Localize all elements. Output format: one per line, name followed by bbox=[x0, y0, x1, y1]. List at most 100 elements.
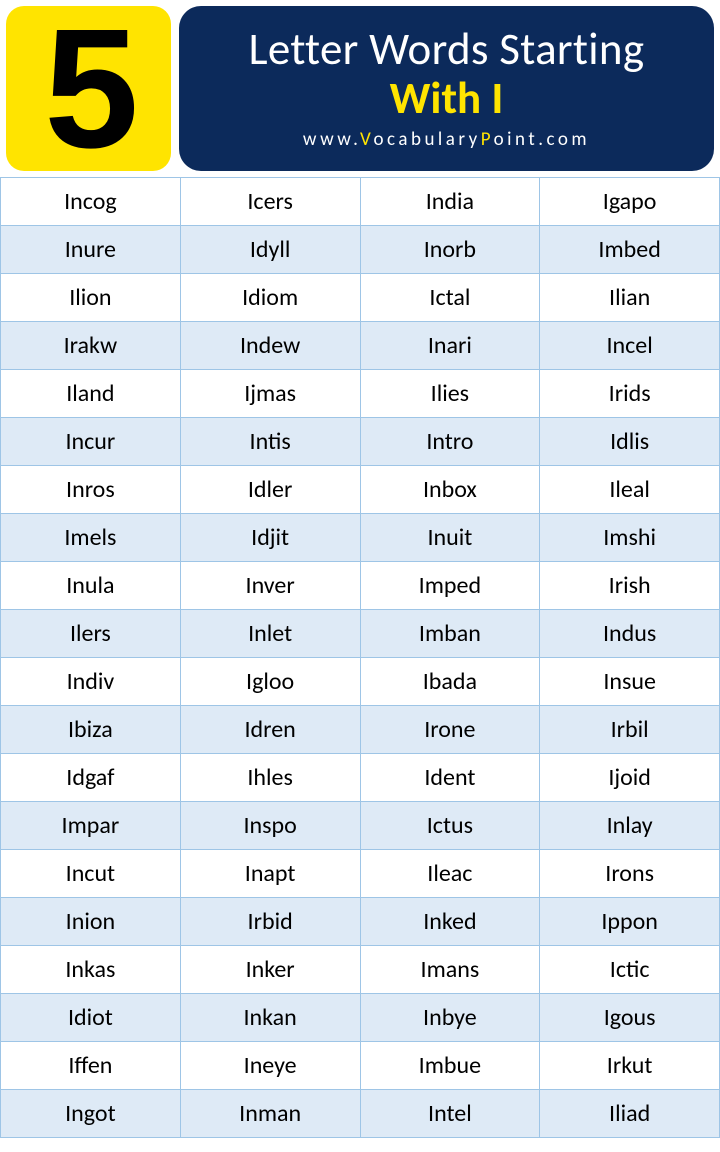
title-line-2: With I bbox=[390, 75, 504, 123]
table-row: IlandIjmasIliesIrids bbox=[1, 370, 720, 418]
subtitle-mid: ocabulary bbox=[373, 128, 480, 151]
table-cell: Inapt bbox=[180, 850, 360, 898]
table-cell: Intis bbox=[180, 418, 360, 466]
table-cell: Iland bbox=[1, 370, 181, 418]
table-cell: Inbye bbox=[360, 994, 540, 1042]
subtitle-end: oint.com bbox=[494, 128, 590, 151]
table-cell: Inari bbox=[360, 322, 540, 370]
table-cell: Idgaf bbox=[1, 754, 181, 802]
table-cell: Irkut bbox=[540, 1042, 720, 1090]
subtitle-p: P bbox=[481, 128, 494, 151]
table-row: IndivIglooIbadaInsue bbox=[1, 658, 720, 706]
table-cell: Indew bbox=[180, 322, 360, 370]
table-cell: Ijoid bbox=[540, 754, 720, 802]
table-row: IbizaIdrenIroneIrbil bbox=[1, 706, 720, 754]
table-cell: Ilian bbox=[540, 274, 720, 322]
table-cell: Ihles bbox=[180, 754, 360, 802]
table-cell: Idren bbox=[180, 706, 360, 754]
table-row: InureIdyllInorbImbed bbox=[1, 226, 720, 274]
table-cell: Idlis bbox=[540, 418, 720, 466]
table-cell: Idjit bbox=[180, 514, 360, 562]
table-cell: Inure bbox=[1, 226, 181, 274]
table-cell: Inlet bbox=[180, 610, 360, 658]
table-row: IdiotInkanInbyeIgous bbox=[1, 994, 720, 1042]
table-cell: Irone bbox=[360, 706, 540, 754]
table-cell: Idyll bbox=[180, 226, 360, 274]
table-cell: Irish bbox=[540, 562, 720, 610]
table-cell: Irbid bbox=[180, 898, 360, 946]
table-cell: Idiot bbox=[1, 994, 181, 1042]
table-cell: Icers bbox=[180, 178, 360, 226]
table-cell: Iffen bbox=[1, 1042, 181, 1090]
table-cell: Inman bbox=[180, 1090, 360, 1138]
table-cell: Ilers bbox=[1, 610, 181, 658]
table-cell: Imels bbox=[1, 514, 181, 562]
table-cell: Indiv bbox=[1, 658, 181, 706]
table-row: IncurIntisIntroIdlis bbox=[1, 418, 720, 466]
table-cell: Ident bbox=[360, 754, 540, 802]
table-row: InulaInverImpedIrish bbox=[1, 562, 720, 610]
table-cell: Inbox bbox=[360, 466, 540, 514]
word-table: IncogIcersIndiaIgapoInureIdyllInorbImbed… bbox=[0, 177, 720, 1138]
table-row: IlionIdiomIctalIlian bbox=[1, 274, 720, 322]
table-cell: Irakw bbox=[1, 322, 181, 370]
table-cell: Ingot bbox=[1, 1090, 181, 1138]
table-cell: Ippon bbox=[540, 898, 720, 946]
subtitle-url: www.VocabularyPoint.com bbox=[303, 128, 590, 151]
header: 5 Letter Words Starting With I www.Vocab… bbox=[0, 0, 720, 177]
table-cell: Irons bbox=[540, 850, 720, 898]
table-row: IncogIcersIndiaIgapo bbox=[1, 178, 720, 226]
table-cell: Inula bbox=[1, 562, 181, 610]
table-row: IlersInletImbanIndus bbox=[1, 610, 720, 658]
title-box: Letter Words Starting With I www.Vocabul… bbox=[179, 6, 714, 171]
table-cell: Impar bbox=[1, 802, 181, 850]
title-line-1: Letter Words Starting bbox=[249, 26, 645, 74]
table-cell: Igous bbox=[540, 994, 720, 1042]
table-row: ImparInspoIctusInlay bbox=[1, 802, 720, 850]
table-cell: Indus bbox=[540, 610, 720, 658]
table-cell: Inkan bbox=[180, 994, 360, 1042]
table-cell: Inorb bbox=[360, 226, 540, 274]
table-cell: Inked bbox=[360, 898, 540, 946]
table-cell: Inlay bbox=[540, 802, 720, 850]
table-cell: Ileac bbox=[360, 850, 540, 898]
table-cell: Imbue bbox=[360, 1042, 540, 1090]
table-cell: Ilies bbox=[360, 370, 540, 418]
table-cell: Inspo bbox=[180, 802, 360, 850]
table-row: ImelsIdjitInuitImshi bbox=[1, 514, 720, 562]
table-cell: Inros bbox=[1, 466, 181, 514]
table-cell: Incel bbox=[540, 322, 720, 370]
table-cell: Imban bbox=[360, 610, 540, 658]
table-cell: Incog bbox=[1, 178, 181, 226]
table-cell: Ineye bbox=[180, 1042, 360, 1090]
table-cell: Imbed bbox=[540, 226, 720, 274]
table-cell: Ictal bbox=[360, 274, 540, 322]
number-badge: 5 bbox=[6, 6, 171, 171]
table-row: IrakwIndewInariIncel bbox=[1, 322, 720, 370]
table-cell: Irbil bbox=[540, 706, 720, 754]
table-cell: Igloo bbox=[180, 658, 360, 706]
table-cell: Inion bbox=[1, 898, 181, 946]
subtitle-v: V bbox=[360, 128, 373, 151]
table-cell: Inuit bbox=[360, 514, 540, 562]
table-cell: Ictus bbox=[360, 802, 540, 850]
table-cell: Ijmas bbox=[180, 370, 360, 418]
table-cell: Idiom bbox=[180, 274, 360, 322]
table-row: IncutInaptIleacIrons bbox=[1, 850, 720, 898]
table-row: InionIrbidInkedIppon bbox=[1, 898, 720, 946]
table-cell: Imshi bbox=[540, 514, 720, 562]
table-cell: Intel bbox=[360, 1090, 540, 1138]
table-cell: Idler bbox=[180, 466, 360, 514]
table-cell: Ictic bbox=[540, 946, 720, 994]
table-cell: Imped bbox=[360, 562, 540, 610]
subtitle-prefix: www. bbox=[303, 128, 360, 151]
table-cell: Intro bbox=[360, 418, 540, 466]
table-row: IdgafIhlesIdentIjoid bbox=[1, 754, 720, 802]
table-cell: Iliad bbox=[540, 1090, 720, 1138]
table-cell: Incur bbox=[1, 418, 181, 466]
table-cell: Ilion bbox=[1, 274, 181, 322]
table-cell: Igapo bbox=[540, 178, 720, 226]
table-cell: Inkas bbox=[1, 946, 181, 994]
table-cell: Insue bbox=[540, 658, 720, 706]
table-cell: Ibiza bbox=[1, 706, 181, 754]
